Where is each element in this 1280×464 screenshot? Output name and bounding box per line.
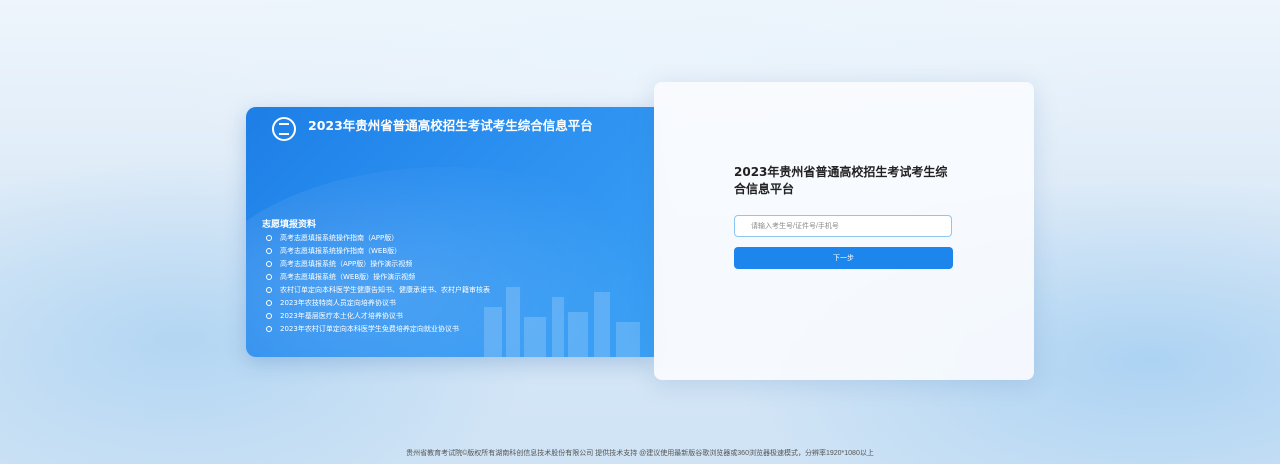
resource-link[interactable]: 高考志愿填报系统操作指南（APP版） (266, 231, 490, 244)
resource-link[interactable]: 高考志愿填报系统（WEB版）操作演示视频 (266, 270, 490, 283)
login-card: 2023年贵州省普通高校招生考试考生综合信息平台 下一步 (654, 82, 1034, 380)
resource-link[interactable]: 高考志愿填报系统操作指南（WEB版） (266, 244, 490, 257)
banner-title: 2023年贵州省普通高校招生考试考生综合信息平台 (308, 118, 593, 133)
resource-link-text[interactable]: 高考志愿填报系统操作指南（APP版） (280, 233, 398, 243)
bullet-circle-icon (266, 299, 272, 306)
bullet-circle-icon (266, 286, 272, 293)
bullet-circle-icon (266, 325, 272, 332)
platform-logo-icon (272, 117, 296, 141)
bullet-circle-icon (266, 234, 272, 241)
resource-link[interactable]: 2023年农技特岗人员定向培养协议书 (266, 296, 490, 309)
resources-heading: 志愿填报资料 (262, 220, 317, 230)
footer-copyright: 贵州省教育考试院©版权所有湖南科创信息技术股份有限公司 提供技术支持 @建议使用… (406, 450, 874, 457)
resource-link-text[interactable]: 2023年基层医疗本土化人才培养协议书 (280, 311, 403, 321)
resource-link-text[interactable]: 农村订单定向本科医学生健康告知书、健康承诺书、农村户籍审核表 (280, 285, 490, 295)
resource-link-text[interactable]: 2023年农村订单定向本科医学生免费培养定向就业协议书 (280, 324, 459, 334)
resource-link-text[interactable]: 高考志愿填报系统操作指南（WEB版） (280, 246, 401, 256)
resource-link[interactable]: 2023年基层医疗本土化人才培养协议书 (266, 309, 490, 322)
resource-link-list: 高考志愿填报系统操作指南（APP版） 高考志愿填报系统操作指南（WEB版） 高考… (266, 231, 490, 335)
resource-link[interactable]: 2023年农村订单定向本科医学生免费培养定向就业协议书 (266, 322, 490, 335)
bullet-circle-icon (266, 273, 272, 280)
resource-link[interactable]: 高考志愿填报系统（APP版）操作演示视频 (266, 257, 490, 270)
city-skyline-illustration (484, 287, 640, 357)
login-title: 2023年贵州省普通高校招生考试考生综合信息平台 (734, 165, 948, 196)
info-banner-panel: 2023年贵州省普通高校招生考试考生综合信息平台 志愿填报资料 高考志愿填报系统… (246, 107, 654, 357)
bullet-circle-icon (266, 312, 272, 319)
bullet-circle-icon (266, 260, 272, 267)
resource-link[interactable]: 农村订单定向本科医学生健康告知书、健康承诺书、农村户籍审核表 (266, 283, 490, 296)
resource-link-text[interactable]: 高考志愿填报系统（APP版）操作演示视频 (280, 259, 412, 269)
candidate-id-input[interactable] (734, 215, 952, 237)
bullet-circle-icon (266, 247, 272, 254)
resource-link-text[interactable]: 高考志愿填报系统（WEB版）操作演示视频 (280, 272, 415, 282)
next-step-button[interactable]: 下一步 (734, 247, 953, 269)
resource-link-text[interactable]: 2023年农技特岗人员定向培养协议书 (280, 298, 396, 308)
